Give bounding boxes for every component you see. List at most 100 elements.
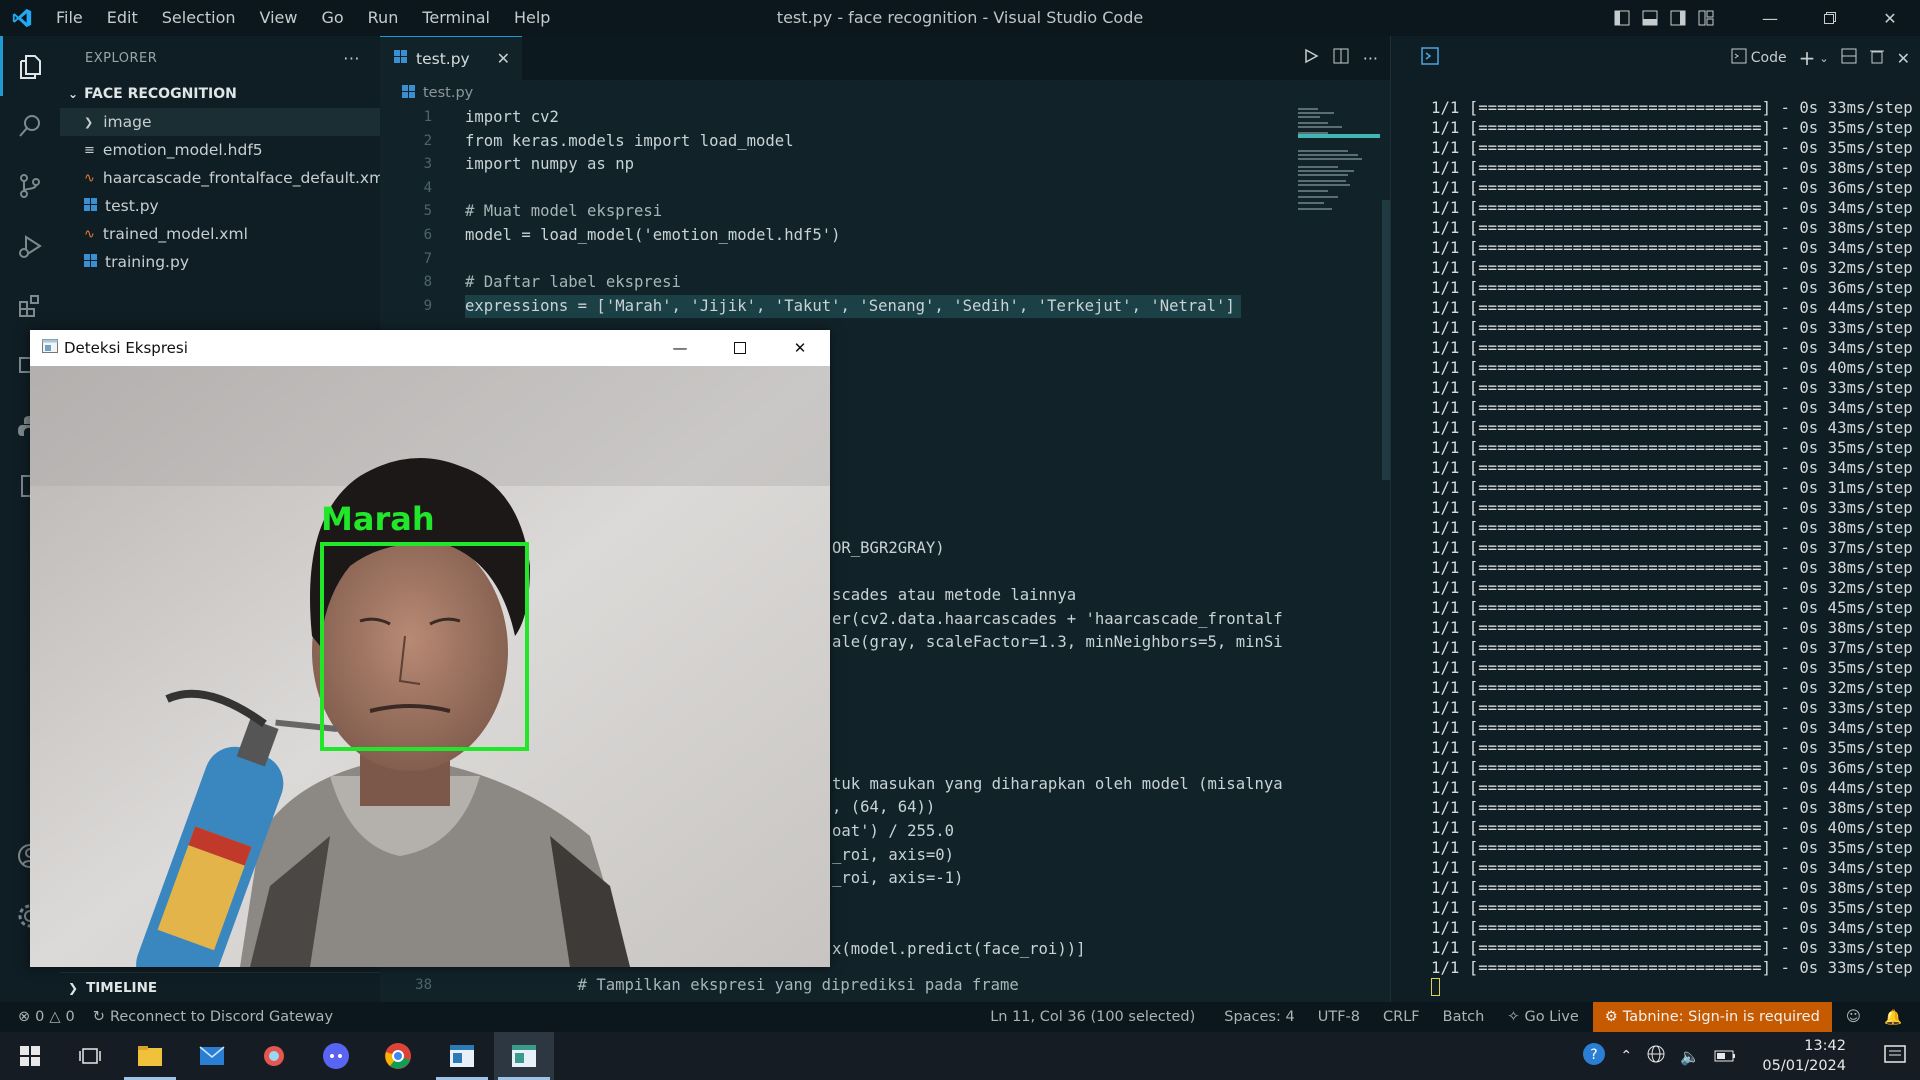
minimap[interactable] [1296, 106, 1382, 226]
tabnine-status[interactable]: ⚙ Tabnine: Sign-in is required [1592, 1002, 1832, 1032]
system-clock[interactable]: 13:42 05/01/2024 [1762, 1036, 1846, 1076]
code-line: 4 [380, 177, 1390, 201]
kill-terminal-trash-icon[interactable] [1869, 48, 1885, 68]
terminal-line: 1/1 [==============================] - 0… [1431, 378, 1913, 397]
customize-layout-icon[interactable] [1692, 0, 1720, 36]
tree-item-label: training.py [105, 253, 189, 271]
run-debug-icon[interactable] [0, 216, 60, 276]
line-ending[interactable]: CRLF [1374, 1009, 1434, 1025]
language-globe-icon[interactable] [1646, 1044, 1666, 1068]
indentation[interactable]: Spaces: 4 [1215, 1009, 1308, 1025]
run-file-icon[interactable] [1303, 48, 1319, 68]
cv-minimize-icon[interactable]: — [650, 330, 710, 366]
toggle-secondary-sidebar-icon[interactable] [1664, 0, 1692, 36]
discord-status[interactable]: ↻ Reconnect to Discord Gateway [84, 1009, 342, 1025]
cv-window-titlebar[interactable]: Deteksi Ekspresi — ✕ [30, 330, 830, 366]
code-text: expressions = ['Marah', 'Jijik', 'Takut'… [465, 294, 1241, 319]
toggle-primary-sidebar-icon[interactable] [1608, 0, 1636, 36]
language-mode[interactable]: Batch [1434, 1009, 1499, 1025]
restore-icon[interactable] [1800, 0, 1860, 36]
search-icon[interactable] [0, 96, 60, 156]
tab-close-icon[interactable]: ✕ [497, 49, 510, 68]
folder-face-recognition[interactable]: ⌄ FACE RECOGNITION [60, 80, 380, 108]
chrome-icon[interactable] [368, 1032, 428, 1080]
go-live[interactable]: ✧ Go Live [1498, 1009, 1592, 1025]
menu-file[interactable]: File [44, 0, 95, 36]
menu-help[interactable]: Help [502, 0, 562, 36]
timeline-section[interactable]: ❯ TIMELINE [60, 972, 380, 1002]
close-panel-icon[interactable]: ✕ [1897, 49, 1910, 68]
tree-item[interactable]: test.py [60, 192, 380, 220]
more-actions-icon[interactable]: ··· [343, 49, 360, 68]
menu-edit[interactable]: Edit [95, 0, 150, 36]
tree-item[interactable]: training.py [60, 248, 380, 276]
terminal-line: 1/1 [==============================] - 0… [1431, 578, 1913, 597]
split-terminal-icon[interactable] [1841, 48, 1857, 68]
feedback-icon[interactable]: ☺ [1832, 1009, 1875, 1025]
terminal-icon[interactable] [1421, 47, 1439, 69]
terminal-line: 1/1 [==============================] - 0… [1431, 478, 1913, 497]
code-text: import cv2 [465, 108, 559, 126]
terminal-profile-label[interactable]: Code [1751, 50, 1787, 66]
tab-test-py[interactable]: test.py ✕ [380, 36, 522, 80]
vscode-taskbar-icon[interactable] [432, 1032, 492, 1080]
tree-item[interactable]: ≡ emotion_model.hdf5 [60, 136, 380, 164]
snipping-tool-icon[interactable] [244, 1032, 304, 1080]
notifications-bell-icon[interactable]: 🔔 [1875, 1009, 1920, 1026]
problems-status[interactable]: ⊗ 0 △ 0 [0, 1009, 84, 1025]
windows-taskbar: ? ⌃ 🔈 13:42 05/01/2024 [0, 1032, 1920, 1080]
terminal-line: 1/1 [==============================] - 0… [1431, 398, 1913, 417]
cursor-position[interactable]: Ln 11, Col 36 (100 selected) [981, 1009, 1215, 1025]
menu-go[interactable]: Go [309, 0, 355, 36]
editor-more-icon[interactable]: ··· [1363, 49, 1378, 68]
opencv-window-taskbar-icon[interactable] [494, 1032, 554, 1080]
terminal-line: 1/1 [==============================] - 0… [1431, 318, 1913, 337]
explorer-title: EXPLORER [85, 50, 158, 66]
minimize-icon[interactable]: — [1740, 0, 1800, 36]
deteksi-ekspresi-window[interactable]: Deteksi Ekspresi — ✕ Marah [30, 330, 830, 967]
file-explorer-icon[interactable] [120, 1032, 180, 1080]
cv-maximize-icon[interactable] [710, 330, 770, 366]
source-control-icon[interactable] [0, 156, 60, 216]
extensions-icon[interactable] [0, 276, 60, 336]
code-line-partial: tuk masukan yang diharapkan oleh model (… [832, 774, 1283, 793]
terminal-cursor [1431, 978, 1440, 996]
tab-label: test.py [416, 49, 470, 68]
terminal-line: 1/1 [==============================] - 0… [1431, 758, 1913, 777]
explorer-icon[interactable] [0, 36, 60, 96]
task-view-icon[interactable] [60, 1032, 120, 1080]
battery-icon[interactable] [1714, 1047, 1736, 1066]
menu-view[interactable]: View [248, 0, 310, 36]
menu-terminal[interactable]: Terminal [410, 0, 502, 36]
menu-run[interactable]: Run [356, 0, 411, 36]
cv-close-icon[interactable]: ✕ [770, 330, 830, 366]
file-lines-icon: ≡ [84, 142, 95, 158]
terminal-line: 1/1 [==============================] - 0… [1431, 638, 1913, 657]
python-file-icon [84, 197, 97, 215]
terminal-line: 1/1 [==============================] - 0… [1431, 278, 1913, 297]
toggle-panel-icon[interactable] [1636, 0, 1664, 36]
help-question-icon[interactable]: ? [1582, 1042, 1606, 1070]
tabnine-label: Tabnine: Sign-in is required [1622, 1009, 1820, 1025]
volume-icon[interactable]: 🔈 [1680, 1047, 1700, 1066]
tray-chevron-up-icon[interactable]: ⌃ [1620, 1048, 1632, 1064]
terminal-line: 1/1 [==============================] - 0… [1431, 218, 1913, 237]
vscode-logo-icon [0, 0, 44, 36]
new-terminal-icon[interactable]: + [1799, 46, 1816, 70]
terminal-line: 1/1 [==============================] - 0… [1431, 198, 1913, 217]
terminal-output[interactable]: 1/1 [==============================] - 0… [1431, 98, 1913, 996]
tree-item[interactable]: ∿ haarcascade_frontalface_default.xml [60, 164, 388, 192]
tree-item[interactable]: ∿ trained_model.xml [60, 220, 380, 248]
encoding[interactable]: UTF-8 [1309, 1009, 1374, 1025]
mail-icon[interactable] [182, 1032, 242, 1080]
terminal-code-icon[interactable] [1731, 48, 1747, 68]
windows-start-icon[interactable] [0, 1032, 60, 1080]
breadcrumb[interactable]: test.py [380, 80, 1390, 106]
menu-selection[interactable]: Selection [150, 0, 248, 36]
tree-item[interactable]: ❯ image [60, 108, 380, 136]
split-editor-icon[interactable] [1333, 48, 1349, 68]
discord-icon[interactable] [306, 1032, 366, 1080]
notification-center-icon[interactable] [1884, 1044, 1906, 1070]
terminal-dropdown-icon[interactable]: ⌄ [1819, 52, 1828, 65]
close-icon[interactable]: ✕ [1860, 0, 1920, 36]
